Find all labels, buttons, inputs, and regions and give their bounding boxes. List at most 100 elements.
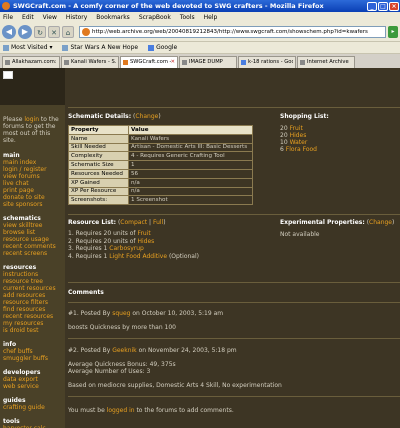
menu-file[interactable]: File — [3, 14, 13, 21]
sidebar-link[interactable]: resource tree — [3, 278, 63, 285]
sidebar-link[interactable]: recent screens — [3, 250, 63, 257]
shopping-item: 10 Water — [280, 139, 308, 146]
property-cell: Skill Needed — [68, 142, 129, 153]
sidebar-link[interactable]: resource usage — [3, 236, 63, 243]
table-row: Resources Needed 56 — [68, 168, 253, 179]
tab-favicon-icon — [182, 60, 187, 65]
table-row: XP Per Resource n/a — [68, 186, 253, 197]
tab-k18-rations[interactable]: k-18 rations - Googl... — [238, 56, 296, 68]
sidebar-link[interactable]: current resources — [3, 285, 63, 292]
comments-heading: Comments — [68, 289, 104, 296]
sidebar-link[interactable]: donate to site — [3, 194, 63, 201]
go-button[interactable]: ▸ — [388, 26, 398, 38]
navigation-toolbar: ◀ ▶ ↻ ✕ ⌂ http://web.archive.org/web/200… — [0, 23, 400, 42]
sidebar-link[interactable]: login / register — [3, 166, 63, 173]
menu-help[interactable]: Help — [204, 14, 218, 21]
menu-tools[interactable]: Tools — [180, 14, 195, 21]
add-comment-note: You must be logged in to the forums to a… — [68, 407, 234, 414]
sidebar-link[interactable]: view skilltree — [3, 222, 63, 229]
reload-button[interactable]: ↻ — [34, 26, 46, 38]
comment-2-header: #2. Posted By Geeknik on November 24, 20… — [68, 347, 237, 354]
bookmark-most-visited[interactable]: Most Visited ▾ — [3, 44, 52, 51]
experimental-heading: Experimental Properties: (Change) — [280, 219, 395, 226]
tab-kanali-wafers[interactable]: Kanali Wafers - S... — [61, 56, 119, 68]
tab-favicon-icon — [300, 60, 305, 65]
bookmark-google[interactable]: Google — [148, 44, 177, 51]
experimental-change-link[interactable]: Change — [369, 219, 392, 226]
shopping-item-link[interactable]: Water — [290, 139, 308, 146]
bookmark-page-icon — [62, 44, 69, 51]
resource-link[interactable]: Carbosyrup — [109, 245, 144, 252]
sidebar-link[interactable]: find resources — [3, 306, 63, 313]
menu-scrapbook[interactable]: ScrapBook — [139, 14, 171, 21]
bookmark-star-wars[interactable]: Star Wars A New Hope — [62, 44, 138, 51]
full-link[interactable]: Full — [153, 219, 163, 226]
minimize-button[interactable]: _ — [367, 1, 377, 11]
sidebar-link[interactable]: view forums — [3, 173, 63, 180]
sidebar-link[interactable]: web service — [3, 383, 63, 390]
menu-bar: File Edit View History Bookmarks ScrapBo… — [0, 12, 400, 23]
stop-button[interactable]: ✕ — [48, 26, 60, 38]
tab-image-dump[interactable]: IMAGE DUMP — [179, 56, 237, 68]
logged-in-link[interactable]: logged in — [107, 407, 135, 414]
sidebar-link[interactable]: browse list — [3, 229, 63, 236]
shopping-heading: Shopping List: — [280, 113, 329, 120]
table-row: Skill Needed Artisan - Domestic Arts III:… — [68, 142, 253, 153]
sidebar-login-link[interactable]: login — [24, 116, 39, 123]
menu-history[interactable]: History — [66, 14, 87, 21]
tab-favicon-icon — [123, 60, 128, 65]
property-cell: XP Per Resource — [68, 186, 129, 197]
value-cell[interactable]: Artisan - Domestic Arts III: Basic Desse… — [128, 142, 253, 153]
shopping-list: 20 Fruit 20 Hides 10 Water 6 Flora Food — [280, 125, 317, 153]
table-row: Complexity 4 - Requires Generic Crafting … — [68, 151, 253, 162]
sidebar-link[interactable]: smuggler buffs — [3, 355, 63, 362]
sidebar-section-schematics: schematics — [3, 215, 41, 222]
window-titlebar: SWGCraft.com - A comfy corner of the web… — [0, 0, 400, 12]
home-button[interactable]: ⌂ — [62, 26, 74, 38]
tab-close-icon[interactable]: ✕ — [171, 59, 175, 68]
close-button[interactable]: × — [389, 1, 399, 11]
sidebar-sections: main main index login / register view forum… — [3, 152, 63, 428]
sidebar-link[interactable]: my resources — [3, 320, 63, 327]
sidebar-link[interactable]: is droid test — [3, 327, 63, 334]
tab-swgcraft[interactable]: SWGCraft.com - A ...✕ — [120, 56, 178, 68]
url-bar[interactable]: http://web.archive.org/web/2004081921284… — [79, 26, 386, 38]
menu-view[interactable]: View — [43, 14, 57, 21]
menu-edit[interactable]: Edit — [22, 14, 34, 21]
sidebar-link[interactable]: live chat — [3, 180, 63, 187]
sidebar-link[interactable]: recent comments — [3, 243, 63, 250]
forward-button[interactable]: ▶ — [18, 25, 32, 39]
sidebar-link[interactable]: instructions — [3, 271, 63, 278]
schematic-change-link[interactable]: Change — [135, 113, 158, 120]
value-cell: 4 - Requires Generic Crafting Tool — [128, 151, 253, 162]
sidebar-link[interactable]: data export — [3, 376, 63, 383]
shopping-item-link[interactable]: Hides — [290, 132, 307, 139]
sidebar-link[interactable]: crafting guide — [3, 404, 63, 411]
tab-internet-archive[interactable]: Internet Archive — [297, 56, 355, 68]
sidebar-link[interactable]: main index — [3, 159, 63, 166]
compact-link[interactable]: Compact — [120, 219, 147, 226]
comment-1-author-link[interactable]: squeg — [112, 310, 130, 317]
maximize-button[interactable]: □ — [378, 1, 388, 11]
property-cell: Resources Needed — [68, 168, 129, 179]
shopping-item-link[interactable]: Fruit — [290, 125, 303, 132]
sidebar-link[interactable]: site sponsors — [3, 201, 63, 208]
sidebar-link[interactable]: recent resources — [3, 313, 63, 320]
shopping-item-link[interactable]: Flora Food — [286, 146, 317, 153]
menu-bookmarks[interactable]: Bookmarks — [96, 14, 130, 21]
sidebar-link[interactable]: add resources — [3, 292, 63, 299]
section-divider — [68, 282, 400, 283]
tab-strip: Allakhazam.com: St... Kanali Wafers - S.… — [0, 54, 400, 68]
resource-link[interactable]: Light Food Additive — [109, 253, 167, 260]
sidebar-link[interactable]: chef buffs — [3, 348, 63, 355]
resource-link[interactable]: Hides — [137, 238, 154, 245]
shopping-item: 6 Flora Food — [280, 146, 317, 153]
tab-allakhazam[interactable]: Allakhazam.com: St... — [2, 56, 60, 68]
sidebar-link[interactable]: print page — [3, 187, 63, 194]
value-cell[interactable]: 1 Screenshot — [128, 195, 253, 206]
property-cell: XP Gained — [68, 177, 129, 188]
back-button[interactable]: ◀ — [2, 25, 16, 39]
comment-2-author-link[interactable]: Geeknik — [112, 347, 136, 354]
sidebar-link[interactable]: resource filters — [3, 299, 63, 306]
resource-link[interactable]: Fruit — [137, 230, 150, 237]
